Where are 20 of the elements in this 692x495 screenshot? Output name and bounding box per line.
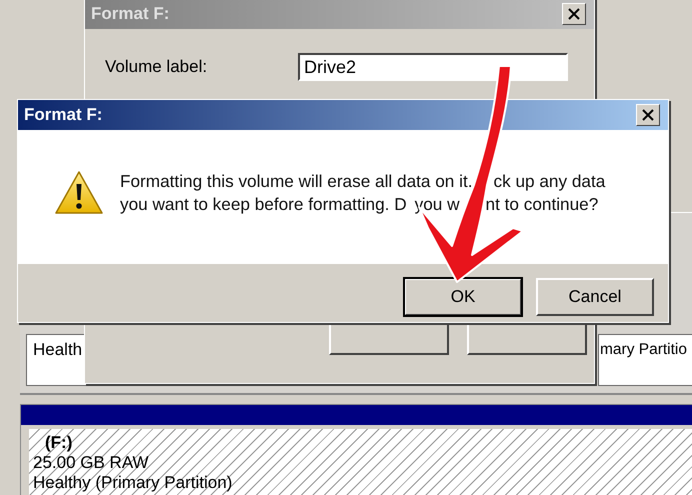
close-button[interactable] <box>636 104 660 126</box>
warning-icon <box>54 170 104 216</box>
dialog-button[interactable]: OK <box>404 278 522 316</box>
volume-size: 25.00 GB RAW <box>33 453 149 473</box>
window-title: Format F: <box>24 105 102 125</box>
message-text: Formatting this volume will erase all data on it. <box>120 170 472 193</box>
close-icon <box>568 8 580 20</box>
volume-name: (F:) <box>45 433 72 453</box>
message-text: you want to keep before formatting. D <box>120 193 407 216</box>
field-label: Volume label: <box>105 57 208 77</box>
window-title: Format F: <box>91 4 170 24</box>
volume-status: Healthy (Primary Partition) <box>33 473 232 493</box>
message-text: nt to continue? <box>486 193 598 216</box>
volume-status: Health <box>33 340 82 360</box>
close-icon <box>642 109 654 121</box>
volume-status: mary Partitio <box>600 341 687 359</box>
message-text: ck up any data <box>494 170 606 193</box>
volume-label-field[interactable]: Drive2 <box>298 53 568 81</box>
message-text: you w <box>414 193 460 216</box>
dialog-button[interactable]: Cancel <box>536 278 654 316</box>
